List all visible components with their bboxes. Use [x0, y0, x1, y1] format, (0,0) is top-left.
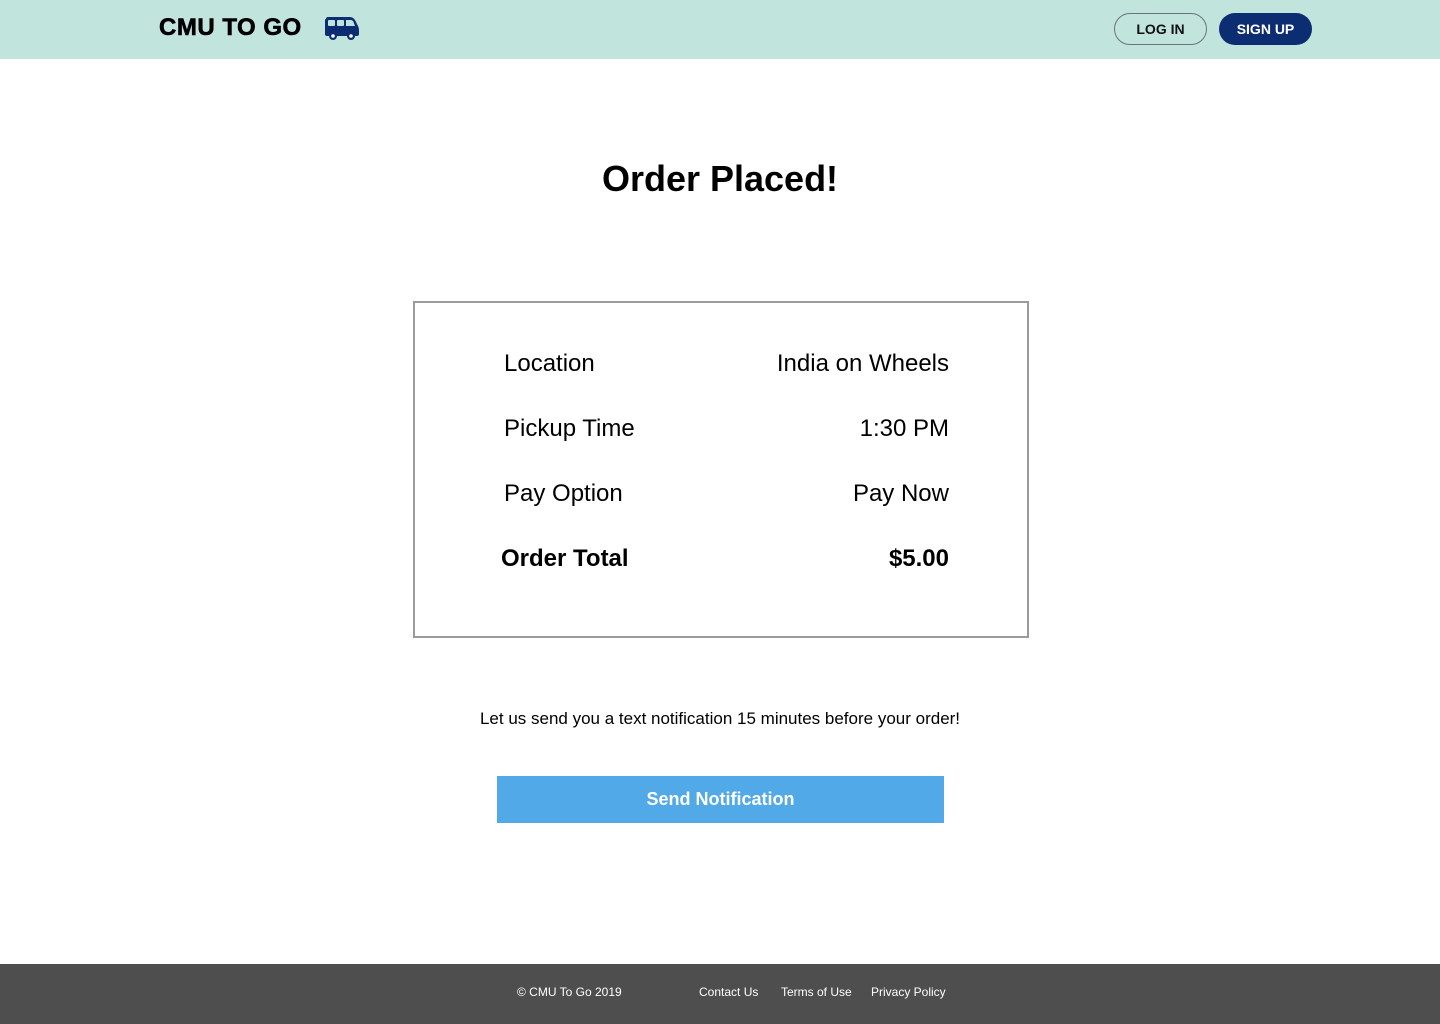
- page: CMU TO GO LOG IN SIGN UP Order Placed! L…: [0, 0, 1440, 1024]
- page-title: Order Placed!: [601, 158, 839, 199]
- signup-button[interactable]: SIGN UP: [1219, 13, 1312, 45]
- footer-link-contact[interactable]: Contact Us: [699, 985, 758, 999]
- summary-row-location: Location India on Wheels: [415, 350, 1027, 384]
- pay-option-value: Pay Now: [852, 480, 949, 507]
- order-total-label: Order Total: [501, 545, 629, 572]
- footer: © CMU To Go 2019 Contact Us Terms of Use…: [0, 964, 1440, 1024]
- logo-text: CMU TO GO: [159, 14, 302, 42]
- summary-row-pay-option: Pay Option Pay Now: [415, 480, 1027, 514]
- copyright-text: © CMU To Go 2019: [517, 985, 622, 999]
- footer-link-privacy[interactable]: Privacy Policy: [871, 985, 946, 999]
- summary-row-pickup-time: Pickup Time 1:30 PM: [415, 415, 1027, 449]
- login-button[interactable]: LOG IN: [1114, 13, 1207, 45]
- footer-link-terms[interactable]: Terms of Use: [781, 985, 852, 999]
- order-summary-card: Location India on Wheels Pickup Time 1:3…: [413, 301, 1029, 638]
- order-total-value: $5.00: [888, 545, 949, 572]
- send-notification-button[interactable]: Send Notification: [497, 776, 944, 823]
- pickup-time-label: Pickup Time: [504, 415, 635, 442]
- logo-home-link[interactable]: CMU TO GO: [159, 12, 360, 44]
- location-label: Location: [504, 350, 595, 377]
- location-value: India on Wheels: [776, 350, 949, 377]
- pickup-time-value: 1:30 PM: [859, 415, 949, 442]
- top-nav-bar: CMU TO GO LOG IN SIGN UP: [0, 0, 1440, 59]
- summary-row-order-total: Order Total $5.00: [415, 545, 1027, 579]
- pay-option-label: Pay Option: [504, 480, 623, 507]
- van-icon: [324, 15, 360, 41]
- notification-prompt: Let us send you a text notification 15 m…: [479, 709, 961, 728]
